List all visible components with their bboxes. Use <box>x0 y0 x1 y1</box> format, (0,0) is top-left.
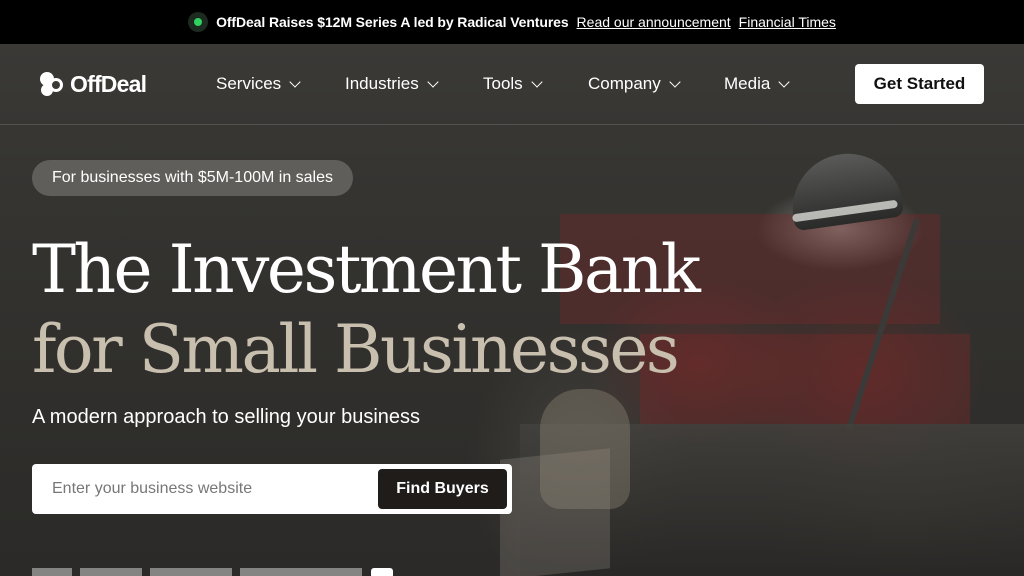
nav-item-industries[interactable]: Industries <box>345 74 439 94</box>
chevron-down-icon <box>531 75 543 88</box>
offdeal-logo-icon <box>40 71 64 98</box>
announcement-bar: OffDeal Raises $12M Series A led by Radi… <box>0 0 1024 44</box>
website-search-form: Find Buyers <box>32 464 512 514</box>
hero-title-line1: The Investment Bank <box>32 231 701 308</box>
chevron-down-icon <box>427 75 439 88</box>
chevron-down-icon <box>778 75 790 88</box>
nav-item-label: Industries <box>345 74 419 93</box>
chevron-down-icon <box>289 75 301 88</box>
hero-subtitle: A modern approach to selling your busine… <box>32 406 421 428</box>
page: OffDeal Raises $12M Series A led by Radi… <box>0 0 1024 576</box>
brand-name: OffDeal <box>70 71 147 97</box>
announcement-link[interactable]: Read our announcement <box>577 14 731 30</box>
audience-badge: For businesses with $5M-100M in sales <box>32 160 354 196</box>
nav-item-label: Company <box>588 74 661 93</box>
chevron-down-icon <box>669 75 681 88</box>
nav-item-media[interactable]: Media <box>724 74 790 94</box>
hero-title-line2: for Small Businesses <box>32 311 680 388</box>
nav-item-label: Media <box>724 74 771 93</box>
nav-item-tools[interactable]: Tools <box>483 74 543 94</box>
get-started-button[interactable]: Get Started <box>855 64 984 104</box>
business-website-input[interactable] <box>52 478 372 500</box>
below-fold-text <box>32 568 362 576</box>
hero-title: The Investment Bank for Small Businesses <box>32 230 701 390</box>
nav-item-services[interactable]: Services <box>216 74 301 94</box>
nav-item-label: Tools <box>483 74 523 93</box>
status-dot <box>194 18 203 26</box>
below-fold-badge <box>371 568 393 576</box>
status-dot-icon <box>188 12 209 32</box>
announcement-headline: OffDeal Raises $12M Series A led by Radi… <box>216 14 569 30</box>
find-buyers-button[interactable]: Find Buyers <box>378 469 507 509</box>
main-nav: OffDeal Services Industries Tools Compan… <box>0 44 1024 125</box>
hand <box>540 389 630 509</box>
nav-item-company[interactable]: Company <box>588 74 681 94</box>
brand-logo[interactable]: OffDeal <box>40 71 147 98</box>
nav-item-label: Services <box>216 74 282 93</box>
financial-times-link[interactable]: Financial Times <box>739 14 836 30</box>
